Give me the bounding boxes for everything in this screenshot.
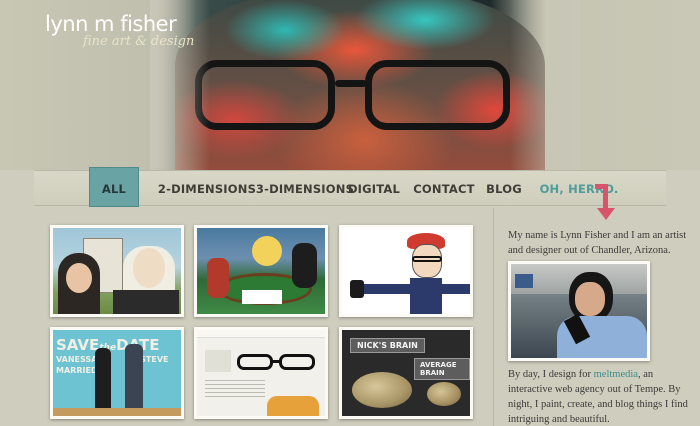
- glasses-left-lens: [195, 60, 335, 130]
- bio-intro: My name is Lynn Fisher and I am an artis…: [508, 230, 687, 256]
- glasses-bridge-icon: [272, 360, 280, 363]
- portfolio-thumb-web-design[interactable]: [194, 327, 328, 419]
- figure-man: [125, 344, 143, 410]
- nav-item-digital[interactable]: DIGITAL: [339, 171, 409, 207]
- portfolio-thumb-save-the-date[interactable]: SAVEtheDATE VANESSA STEVE MARRIED: [50, 327, 184, 419]
- dumbbell-icon: [350, 280, 364, 298]
- brain-large: [352, 372, 412, 408]
- portfolio-thumb-cartoon-character[interactable]: [339, 225, 473, 317]
- std-save: SAVE: [56, 336, 100, 354]
- person-face: [575, 282, 605, 316]
- nicks-brain-label: NICK'S BRAIN: [350, 338, 425, 353]
- cartoon-body: [410, 278, 442, 314]
- about-sidebar: My name is Lynn Fisher and I am an artis…: [493, 208, 700, 426]
- glasses-right-icon: [279, 354, 315, 370]
- character-dark: [292, 243, 317, 288]
- nav-item-2-dimensions[interactable]: 2-DIMENSIONS: [152, 171, 262, 207]
- bio-details: By day, I design for meltmedia, an inter…: [508, 367, 693, 426]
- mock-nav: [197, 330, 325, 338]
- mock-text: [205, 380, 265, 398]
- glasses-right-lens: [365, 60, 510, 130]
- glasses-bridge: [335, 80, 367, 87]
- portfolio-thumb-poker-painting[interactable]: [194, 225, 328, 317]
- logo-name: lynn m fisher: [45, 12, 177, 36]
- nav-item-all[interactable]: ALL: [89, 167, 139, 207]
- average-brain-label: AVERAGE BRAIN: [414, 358, 470, 380]
- face-left: [66, 263, 92, 293]
- nav-item-contact[interactable]: CONTACT: [404, 171, 484, 207]
- photo-bg-object: [515, 274, 533, 288]
- character-yellow: [252, 236, 282, 266]
- std-steve: STEVE: [140, 355, 169, 364]
- bio-day-prefix: By day, I design for: [508, 369, 594, 380]
- glasses-left-icon: [237, 354, 273, 370]
- hero-fade-right: [510, 0, 580, 170]
- figure-woman: [95, 348, 111, 408]
- profile-photo: [508, 261, 650, 361]
- brain-small: [427, 382, 461, 406]
- portfolio-thumb-brains[interactable]: NICK'S BRAIN AVERAGE BRAIN: [339, 327, 473, 419]
- cartoon-glasses: [412, 256, 442, 262]
- meltmedia-link[interactable]: meltmedia: [594, 369, 638, 380]
- jacket-right: [113, 290, 179, 314]
- main-nav: ALL 2-DIMENSIONS 3-DIMENSIONS DIGITAL CO…: [34, 167, 666, 207]
- mock-sidebar-block: [205, 350, 231, 372]
- ground: [53, 408, 181, 416]
- mock-image-orange: [267, 396, 319, 416]
- logo-tagline: fine art & design: [83, 34, 195, 49]
- nav-item-blog[interactable]: BLOG: [479, 171, 529, 207]
- face-right: [133, 248, 165, 288]
- site-logo[interactable]: lynn m fisher fine art & design: [45, 12, 194, 49]
- character-red: [207, 258, 229, 298]
- cards: [242, 290, 282, 304]
- std-vanessa: VANESSA: [56, 355, 98, 364]
- portfolio-thumb-couple-portrait[interactable]: [50, 225, 184, 317]
- std-married: MARRIED: [56, 366, 98, 375]
